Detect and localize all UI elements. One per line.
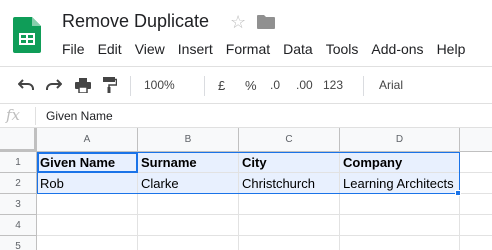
font-value: Arial <box>379 78 404 92</box>
redo-icon <box>46 79 62 90</box>
row-header-5[interactable]: 5 <box>0 236 37 250</box>
spreadsheet-grid: A B C D 1 2 3 4 5 Given Name Surname Cit… <box>0 128 492 250</box>
paint-format-button[interactable] <box>103 67 117 103</box>
cell-d2[interactable]: Learning Architects <box>340 173 460 194</box>
formula-input[interactable]: Given Name <box>46 109 113 123</box>
currency-format-button[interactable]: £ <box>218 67 225 103</box>
cell-a1[interactable]: Given Name <box>37 152 138 173</box>
sheets-logo-icon[interactable] <box>13 17 41 53</box>
currency-label: £ <box>218 77 226 93</box>
undo-icon <box>18 79 34 90</box>
cell-c5[interactable] <box>239 236 340 250</box>
decrease-decimal-label: .0 <box>270 78 281 92</box>
print-icon <box>75 77 91 93</box>
zoom-select[interactable]: 100% <box>144 67 175 103</box>
select-all-corner[interactable] <box>0 128 37 152</box>
redo-button[interactable] <box>46 67 62 103</box>
formula-bar: fx Given Name <box>0 104 492 128</box>
font-select[interactable]: Arial <box>379 67 403 103</box>
cell-b4[interactable] <box>138 215 239 236</box>
cell-e2[interactable] <box>460 173 492 194</box>
more-formats-button[interactable]: 123 <box>323 67 343 103</box>
star-icon[interactable]: ☆ <box>230 12 246 32</box>
row-header-4[interactable]: 4 <box>0 215 37 236</box>
column-header-a[interactable]: A <box>37 128 138 152</box>
decrease-decimal-button[interactable]: .0 <box>270 67 280 103</box>
cell-c3[interactable] <box>239 194 340 215</box>
app-header: Remove Duplicate ☆ File Edit View Insert… <box>0 0 492 66</box>
cell-d4[interactable] <box>340 215 460 236</box>
cell-e3[interactable] <box>460 194 492 215</box>
column-header-d[interactable]: D <box>340 128 460 152</box>
cell-b2[interactable]: Clarke <box>138 173 239 194</box>
cell-e4[interactable] <box>460 215 492 236</box>
column-header-e[interactable] <box>460 128 492 152</box>
cell-c1[interactable]: City <box>239 152 340 173</box>
fill-handle[interactable] <box>455 190 461 196</box>
menu-format[interactable]: Format <box>226 40 270 60</box>
row-header-1[interactable]: 1 <box>0 152 37 173</box>
percent-label: % <box>245 77 257 93</box>
more-formats-label: 123 <box>323 78 344 92</box>
undo-button[interactable] <box>18 67 34 103</box>
toolbar: 100% £ % .0 .00 123 Arial <box>0 66 492 154</box>
menu-addons[interactable]: Add-ons <box>371 40 423 60</box>
row-header-3[interactable]: 3 <box>0 194 37 215</box>
print-button[interactable] <box>75 67 91 103</box>
cell-b3[interactable] <box>138 194 239 215</box>
cell-a2[interactable]: Rob <box>37 173 138 194</box>
cell-d5[interactable] <box>340 236 460 250</box>
menu-data[interactable]: Data <box>283 40 313 60</box>
menu-edit[interactable]: Edit <box>98 40 122 60</box>
increase-decimal-button[interactable]: .00 <box>296 67 313 103</box>
menu-help[interactable]: Help <box>437 40 466 60</box>
menu-insert[interactable]: Insert <box>178 40 213 60</box>
paint-format-icon <box>103 77 117 93</box>
cell-d1[interactable]: Company <box>340 152 460 173</box>
cell-a3[interactable] <box>37 194 138 215</box>
fx-icon: fx <box>6 106 21 124</box>
document-title[interactable]: Remove Duplicate <box>62 11 209 32</box>
menu-file[interactable]: File <box>62 40 85 60</box>
menu-tools[interactable]: Tools <box>326 40 359 60</box>
column-header-c[interactable]: C <box>239 128 340 152</box>
increase-decimal-label: .00 <box>296 78 313 92</box>
cell-b5[interactable] <box>138 236 239 250</box>
cell-e1[interactable] <box>460 152 492 173</box>
column-header-b[interactable]: B <box>138 128 239 152</box>
cell-d3[interactable] <box>340 194 460 215</box>
row-header-2[interactable]: 2 <box>0 173 37 194</box>
menu-bar: File Edit View Insert Format Data Tools … <box>62 40 478 60</box>
folder-icon[interactable] <box>257 15 275 29</box>
menu-view[interactable]: View <box>135 40 165 60</box>
cell-a5[interactable] <box>37 236 138 250</box>
cell-b1[interactable]: Surname <box>138 152 239 173</box>
cell-a4[interactable] <box>37 215 138 236</box>
percent-format-button[interactable]: % <box>245 67 257 103</box>
cell-e5[interactable] <box>460 236 492 250</box>
cell-c2[interactable]: Christchurch <box>239 173 340 194</box>
zoom-value: 100% <box>144 78 175 92</box>
cell-c4[interactable] <box>239 215 340 236</box>
